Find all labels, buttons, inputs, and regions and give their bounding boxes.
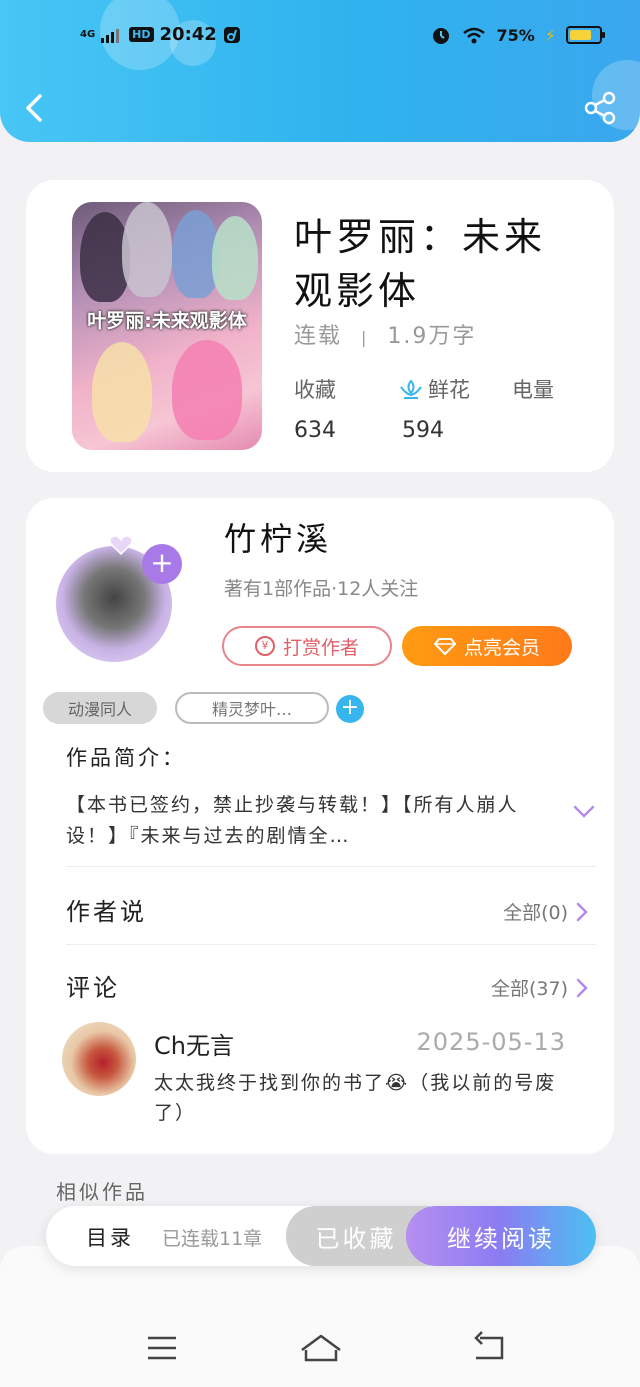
toc-button[interactable]: 目录 [86,1222,134,1252]
comments-label: 评论 [66,974,120,1002]
stat-labels: 收藏 鲜花 电量 [294,374,554,404]
flowers-stat[interactable]: 鲜花 [398,374,512,404]
author-says-all[interactable]: 全部(0) [503,898,588,925]
flowers-value: 594 [402,418,444,443]
stat-values: 634 594 [294,418,444,443]
tip-author-label: 打赏作者 [282,636,359,659]
word-count: 1.9万字 [387,324,477,349]
status-left: 4G HD 20:42 [80,24,241,45]
favorites-label: 收藏 [294,378,336,402]
tip-author-button[interactable]: ¥ 打赏作者 [222,626,392,666]
commenter-avatar[interactable] [62,1022,136,1096]
cover-figure [212,216,258,300]
intro-label: 作品简介： [66,746,186,770]
network-label: 4G [80,28,96,40]
charging-icon: ⚡ [544,25,556,45]
clock: 20:42 [159,24,217,45]
comments-all[interactable]: 全部(37) [491,974,588,1001]
follow-plus-button[interactable]: + [142,544,182,584]
book-meta: 连载 | 1.9万字 [294,318,476,350]
tag-item[interactable]: 精灵梦叶… [175,692,329,724]
share-icon[interactable] [582,90,618,126]
author-says-count: 全部(0) [503,902,568,924]
alarm-icon [433,28,450,44]
tag-item[interactable]: 动漫同人 [43,692,157,724]
book-info-card: 叶罗丽:未来观影体 叶罗丽：未来 观影体 连载 | 1.9万字 收藏 鲜花 电量… [26,180,614,472]
book-title: 叶罗丽：未来 观影体 [294,210,574,318]
favorites-value: 634 [294,418,336,443]
comment-date: 2025-05-13 [416,1028,566,1056]
meta-separator: | [361,328,369,347]
power-label[interactable]: 电量 [512,374,554,404]
status-bar: 4G HD 20:42 75% ⚡ [0,18,640,54]
continue-reading-label: 继续阅读 [447,1224,555,1253]
comment-text[interactable]: 太太我终于找到你的书了😭（我以前的号废了） [154,1068,574,1128]
collected-label: 已收藏 [315,1224,397,1253]
battery-icon [566,26,605,44]
divider [66,866,596,867]
vip-button[interactable]: 点亮会员 [402,626,572,666]
cover-figure [172,340,242,440]
author-meta: 著有1部作品·12人关注 [224,578,419,600]
yuan-icon: ¥ [254,636,275,656]
add-tag-button[interactable]: + [336,695,364,723]
chevron-right-icon [576,902,588,921]
header: 4G HD 20:42 75% ⚡ [0,0,640,142]
book-title-line1: 叶罗丽：未来 [294,215,547,259]
heart-icon [109,535,133,556]
cover-figure [122,202,172,297]
chapter-count: 已连载11章 [162,1228,263,1250]
hd-badge: HD [129,27,154,42]
return-icon[interactable] [468,1330,508,1366]
similar-works-label: 相似作品 [56,1180,148,1204]
flowers-label: 鲜花 [428,378,470,402]
menu-icon[interactable] [142,1330,182,1366]
author-name[interactable]: 竹柠溪 [224,514,332,560]
wifi-icon [463,27,486,44]
commenter-name[interactable]: Ch无言 [154,1026,234,1061]
details-card: + 竹柠溪 著有1部作品·12人关注 ¥ 打赏作者 点亮会员 动漫同人 精灵梦叶… [26,498,614,1154]
comments-count: 全部(37) [490,978,568,1000]
vip-label: 点亮会员 [463,636,540,659]
book-title-line2: 观影体 [294,269,421,313]
system-nav-bar [0,1246,640,1387]
battery-fill [570,30,591,40]
chevron-right-icon [576,978,588,997]
author-says-label: 作者说 [66,898,147,926]
book-cover[interactable]: 叶罗丽:未来观影体 [72,202,262,450]
continue-reading-button[interactable]: 继续阅读 [406,1206,596,1266]
book-status: 连载 [294,324,343,349]
bottom-action-bar: 目录 已连载11章 已收藏 继续阅读 [46,1206,596,1266]
status-right: 75% ⚡ [430,24,605,46]
intro-text[interactable]: 【本书已签约，禁止抄袭与转载！】【所有人崩人设！】『未来与过去的剧情全… [66,790,536,852]
back-icon[interactable] [20,88,50,128]
home-icon[interactable] [298,1330,344,1366]
diamond-icon [433,638,456,655]
cover-figure [92,342,152,442]
signal-icon [101,28,120,43]
music-app-icon [223,26,240,43]
battery-percent: 75% [496,25,535,45]
cover-title: 叶罗丽:未来观影体 [87,310,247,332]
flower-icon [400,379,422,399]
chevron-down-icon[interactable] [572,804,596,820]
divider [66,944,596,945]
